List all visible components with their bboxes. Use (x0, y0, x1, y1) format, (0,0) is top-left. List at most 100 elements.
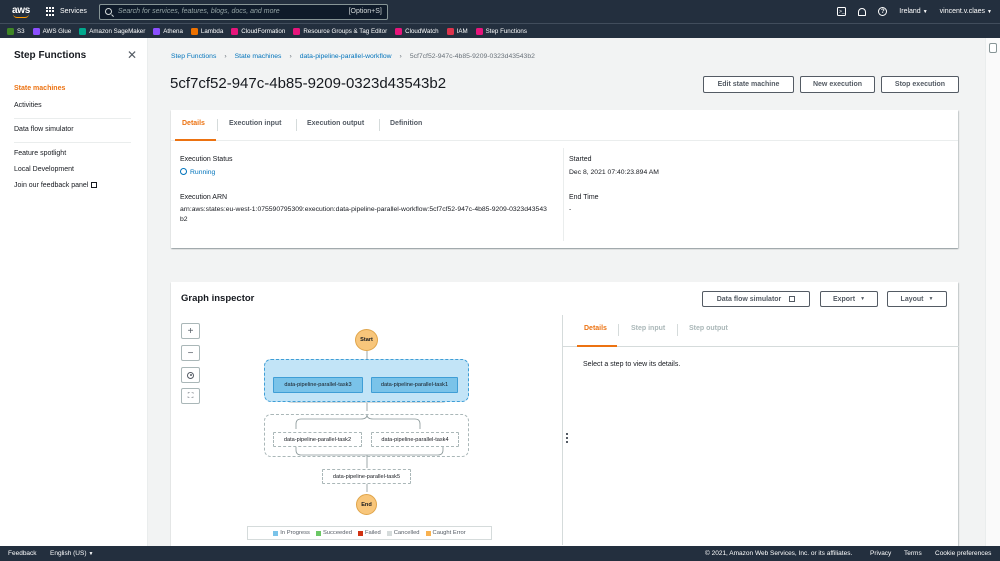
caret-down-icon: ▼ (88, 551, 94, 557)
active-tab-indicator (175, 139, 216, 141)
step-functions-icon (475, 27, 483, 35)
execution-arn-label: Execution ARN (180, 194, 228, 201)
athena-icon (153, 27, 161, 35)
favorite-iam[interactable]: IAM (446, 27, 468, 35)
chevron-right-icon: › (399, 53, 402, 60)
close-icon[interactable]: ✕ (127, 48, 137, 62)
stop-execution-button[interactable]: Stop execution (881, 76, 959, 93)
region-selector[interactable]: Ireland ▼ (899, 8, 927, 15)
favorite-s3[interactable]: S3 (7, 27, 25, 35)
chevron-down-icon: ▼ (987, 9, 992, 15)
cookie-preferences-link[interactable]: Cookie preferences (935, 550, 991, 557)
services-label: Services (60, 8, 87, 15)
legend-swatch (273, 530, 279, 536)
legend-cancelled: Cancelled (386, 530, 420, 536)
end-time-value: - (569, 206, 572, 213)
cloudwatch-icon (395, 27, 403, 35)
graph-inspector-panel: Graph inspector Data flow simulator Expo… (171, 282, 959, 546)
tab-separator (217, 119, 218, 131)
sidebar-item-label: Join our feedback panel (14, 182, 89, 189)
tab-step-details[interactable]: Details (584, 325, 607, 332)
info-icon[interactable] (989, 43, 997, 53)
search-placeholder: Search for services, features, blogs, do… (117, 8, 280, 15)
task5-node[interactable]: data-pipeline-parallel-task5 (322, 469, 411, 484)
favorite-label: S3 (17, 27, 25, 35)
region-label: Ireland (899, 8, 921, 15)
cloudformation-icon (231, 27, 239, 35)
active-tab-indicator (577, 345, 617, 347)
data-flow-simulator-button[interactable]: Data flow simulator (702, 291, 810, 307)
breadcrumb-workflow[interactable]: data-pipeline-parallel-workflow (300, 53, 392, 60)
account-menu[interactable]: vincent.v.claes ▼ (940, 8, 992, 15)
sidebar-item-state-machines[interactable]: State machines (14, 85, 65, 92)
sidebar-item-activities[interactable]: Activities (14, 102, 42, 109)
favorite-label: Step Functions (485, 27, 527, 35)
status-badge: Running (180, 168, 215, 178)
services-menu-button[interactable]: Services (46, 7, 87, 16)
services-grid-icon (46, 7, 55, 16)
favorite-label: Resource Groups & Tag Editor (303, 27, 388, 35)
favorite-step-functions[interactable]: Step Functions (475, 27, 527, 35)
chevron-right-icon: › (224, 53, 227, 60)
tab-separator (618, 324, 619, 336)
favorite-label: CloudFormation (241, 27, 286, 35)
layout-button[interactable]: Layout ▼ (887, 291, 947, 307)
legend-swatch (386, 530, 392, 536)
search-input[interactable]: Search for services, features, blogs, do… (98, 3, 388, 20)
notifications-bell-icon[interactable] (858, 7, 867, 16)
breadcrumb-step-functions[interactable]: Step Functions (171, 53, 216, 60)
task2-node[interactable]: data-pipeline-parallel-task2 (273, 432, 362, 447)
sidebar-item-data-flow-simulator[interactable]: Data flow simulator (14, 126, 74, 133)
sidebar-item-feedback-panel[interactable]: Join our feedback panel (14, 182, 98, 189)
aws-logo[interactable]: aws (4, 0, 38, 23)
new-execution-button[interactable]: New execution (800, 76, 875, 93)
task3-node[interactable]: data-pipeline-parallel-task3 (273, 377, 363, 393)
help-icon[interactable]: ? (878, 7, 888, 16)
task1-node[interactable]: data-pipeline-parallel-task1 (371, 377, 458, 393)
edit-state-machine-button[interactable]: Edit state machine (703, 76, 794, 93)
tab-execution-input[interactable]: Execution input (229, 120, 282, 127)
favorite-cloudwatch[interactable]: CloudWatch (395, 27, 439, 35)
breadcrumb-state-machines[interactable]: State machines (235, 53, 282, 60)
legend-swatch (357, 530, 363, 536)
favorite-aws-glue[interactable]: AWS Glue (32, 27, 71, 35)
tab-execution-output[interactable]: Execution output (307, 120, 364, 127)
favorite-label: Lambda (200, 27, 224, 35)
favorite-resource-groups[interactable]: Resource Groups & Tag Editor (293, 27, 388, 35)
running-icon (180, 168, 187, 175)
tab-step-input[interactable]: Step input (631, 325, 665, 332)
legend-label: Cancelled (393, 530, 420, 536)
copyright-text: © 2021, Amazon Web Services, Inc. or its… (705, 550, 853, 557)
feedback-link[interactable]: Feedback (8, 550, 37, 557)
task4-node[interactable]: data-pipeline-parallel-task4 (371, 432, 459, 447)
legend-label: Succeeded (322, 530, 352, 536)
tab-step-output[interactable]: Step output (689, 325, 728, 332)
breadcrumb: Step Functions › State machines › data-p… (171, 53, 535, 60)
tab-definition[interactable]: Definition (390, 120, 422, 127)
privacy-link[interactable]: Privacy (870, 550, 891, 557)
iam-icon (446, 27, 454, 35)
legend-label: Failed (364, 530, 381, 536)
favorite-athena[interactable]: Athena (153, 27, 183, 35)
search-shortcut: [Option+S] (348, 8, 382, 15)
terms-link[interactable]: Terms (904, 550, 922, 557)
s3-icon (7, 27, 14, 35)
favorite-lambda[interactable]: Lambda (190, 27, 224, 35)
cloudshell-icon[interactable]: >_ (837, 7, 847, 16)
sidebar-item-feature-spotlight[interactable]: Feature spotlight (14, 150, 66, 157)
tab-details[interactable]: Details (182, 120, 205, 127)
favorite-cloudformation[interactable]: CloudFormation (231, 27, 286, 35)
external-link-icon (91, 182, 98, 188)
language-selector[interactable]: English (US) ▼ (50, 550, 93, 557)
end-node[interactable]: End (356, 494, 377, 515)
favorite-sagemaker[interactable]: Amazon SageMaker (79, 27, 145, 35)
account-user: vincent.v.claes (939, 8, 986, 15)
sidebar-item-local-development[interactable]: Local Development (14, 166, 74, 173)
details-tabs: Details Execution input Execution output… (171, 110, 958, 141)
panel-resize-handle[interactable] (566, 433, 569, 443)
start-node[interactable]: Start (355, 329, 378, 351)
breadcrumb-current: 5cf7cf52-947c-4b85-9209-0323d43543b2 (409, 53, 535, 60)
graph-canvas[interactable]: + − ⛶ Start data-pipeline-parallel-task3… (171, 315, 563, 545)
export-button[interactable]: Export ▼ (820, 291, 878, 307)
search-icon (104, 8, 112, 15)
